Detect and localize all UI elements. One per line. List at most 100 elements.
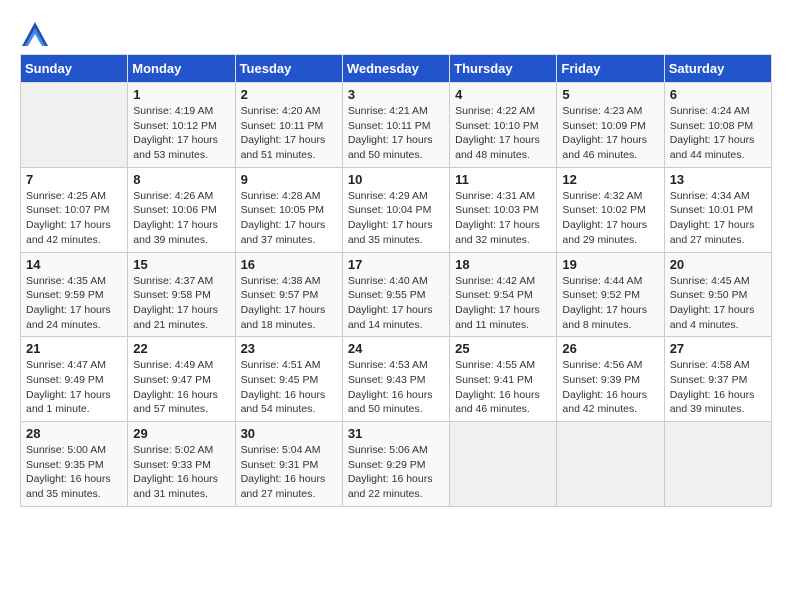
day-info: Sunrise: 5:02 AM Sunset: 9:33 PM Dayligh… [133, 443, 229, 502]
day-info: Sunrise: 5:04 AM Sunset: 9:31 PM Dayligh… [241, 443, 337, 502]
day-number: 2 [241, 87, 337, 102]
calendar-cell [21, 83, 128, 168]
logo [20, 20, 54, 50]
day-number: 31 [348, 426, 444, 441]
day-number: 24 [348, 341, 444, 356]
calendar-header-friday: Friday [557, 55, 664, 83]
day-number: 15 [133, 257, 229, 272]
day-info: Sunrise: 4:28 AM Sunset: 10:05 PM Daylig… [241, 189, 337, 248]
day-info: Sunrise: 4:44 AM Sunset: 9:52 PM Dayligh… [562, 274, 658, 333]
calendar-cell: 14 Sunrise: 4:35 AM Sunset: 9:59 PM Dayli… [21, 252, 128, 337]
day-number: 8 [133, 172, 229, 187]
day-info: Sunrise: 4:23 AM Sunset: 10:09 PM Daylig… [562, 104, 658, 163]
calendar-header-row: SundayMondayTuesdayWednesdayThursdayFrid… [21, 55, 772, 83]
calendar-cell: 15 Sunrise: 4:37 AM Sunset: 9:58 PM Dayli… [128, 252, 235, 337]
day-number: 21 [26, 341, 122, 356]
calendar-table: SundayMondayTuesdayWednesdayThursdayFrid… [20, 54, 772, 507]
day-number: 27 [670, 341, 766, 356]
calendar-cell: 17 Sunrise: 4:40 AM Sunset: 9:55 PM Dayli… [342, 252, 449, 337]
calendar-cell: 2 Sunrise: 4:20 AM Sunset: 10:11 PM Dayli… [235, 83, 342, 168]
calendar-cell: 11 Sunrise: 4:31 AM Sunset: 10:03 PM Dayl… [450, 167, 557, 252]
day-info: Sunrise: 4:19 AM Sunset: 10:12 PM Daylig… [133, 104, 229, 163]
day-info: Sunrise: 4:45 AM Sunset: 9:50 PM Dayligh… [670, 274, 766, 333]
calendar-cell: 26 Sunrise: 4:56 AM Sunset: 9:39 PM Dayli… [557, 337, 664, 422]
calendar-cell: 5Sunrise: 4:23 AM Sunset: 10:09 PM Dayli… [557, 83, 664, 168]
calendar-cell: 16 Sunrise: 4:38 AM Sunset: 9:57 PM Dayli… [235, 252, 342, 337]
calendar-cell: 20 Sunrise: 4:45 AM Sunset: 9:50 PM Dayli… [664, 252, 771, 337]
day-number: 14 [26, 257, 122, 272]
day-info: Sunrise: 5:06 AM Sunset: 9:29 PM Dayligh… [348, 443, 444, 502]
day-number: 22 [133, 341, 229, 356]
day-number: 26 [562, 341, 658, 356]
day-number: 3 [348, 87, 444, 102]
calendar-cell: 28 Sunrise: 5:00 AM Sunset: 9:35 PM Dayli… [21, 422, 128, 507]
calendar-header-saturday: Saturday [664, 55, 771, 83]
day-number: 25 [455, 341, 551, 356]
calendar-cell: 1 Sunrise: 4:19 AM Sunset: 10:12 PM Dayli… [128, 83, 235, 168]
calendar-cell: 23 Sunrise: 4:51 AM Sunset: 9:45 PM Dayli… [235, 337, 342, 422]
calendar-cell [557, 422, 664, 507]
day-info: Sunrise: 4:55 AM Sunset: 9:41 PM Dayligh… [455, 358, 551, 417]
day-info: Sunrise: 4:25 AM Sunset: 10:07 PM Daylig… [26, 189, 122, 248]
day-info: Sunrise: 4:29 AM Sunset: 10:04 PM Daylig… [348, 189, 444, 248]
logo-icon [20, 20, 50, 50]
calendar-week-row: 28 Sunrise: 5:00 AM Sunset: 9:35 PM Dayli… [21, 422, 772, 507]
calendar-cell [664, 422, 771, 507]
day-number: 11 [455, 172, 551, 187]
calendar-cell: 6 Sunrise: 4:24 AM Sunset: 10:08 PM Dayli… [664, 83, 771, 168]
day-number: 20 [670, 257, 766, 272]
day-info: Sunrise: 4:37 AM Sunset: 9:58 PM Dayligh… [133, 274, 229, 333]
day-number: 16 [241, 257, 337, 272]
calendar-header-thursday: Thursday [450, 55, 557, 83]
day-number: 19 [562, 257, 658, 272]
day-number: 6 [670, 87, 766, 102]
calendar-cell [450, 422, 557, 507]
day-number: 1 [133, 87, 229, 102]
calendar-week-row: 21Sunrise: 4:47 AM Sunset: 9:49 PM Dayli… [21, 337, 772, 422]
calendar-cell: 29 Sunrise: 5:02 AM Sunset: 9:33 PM Dayli… [128, 422, 235, 507]
day-info: Sunrise: 4:51 AM Sunset: 9:45 PM Dayligh… [241, 358, 337, 417]
day-number: 28 [26, 426, 122, 441]
calendar-header-monday: Monday [128, 55, 235, 83]
calendar-cell: 8 Sunrise: 4:26 AM Sunset: 10:06 PM Dayli… [128, 167, 235, 252]
calendar-cell: 9 Sunrise: 4:28 AM Sunset: 10:05 PM Dayli… [235, 167, 342, 252]
day-number: 13 [670, 172, 766, 187]
calendar-cell: 19 Sunrise: 4:44 AM Sunset: 9:52 PM Dayli… [557, 252, 664, 337]
day-number: 7 [26, 172, 122, 187]
calendar-header-sunday: Sunday [21, 55, 128, 83]
calendar-cell: 7 Sunrise: 4:25 AM Sunset: 10:07 PM Dayli… [21, 167, 128, 252]
day-info: Sunrise: 5:00 AM Sunset: 9:35 PM Dayligh… [26, 443, 122, 502]
calendar-cell: 13Sunrise: 4:34 AM Sunset: 10:01 PM Dayl… [664, 167, 771, 252]
calendar-cell: 25 Sunrise: 4:55 AM Sunset: 9:41 PM Dayli… [450, 337, 557, 422]
day-number: 9 [241, 172, 337, 187]
day-number: 29 [133, 426, 229, 441]
day-info: Sunrise: 4:49 AM Sunset: 9:47 PM Dayligh… [133, 358, 229, 417]
calendar-week-row: 14 Sunrise: 4:35 AM Sunset: 9:59 PM Dayli… [21, 252, 772, 337]
calendar-cell: 31 Sunrise: 5:06 AM Sunset: 9:29 PM Dayli… [342, 422, 449, 507]
day-info: Sunrise: 4:32 AM Sunset: 10:02 PM Daylig… [562, 189, 658, 248]
day-info: Sunrise: 4:24 AM Sunset: 10:08 PM Daylig… [670, 104, 766, 163]
day-info: Sunrise: 4:40 AM Sunset: 9:55 PM Dayligh… [348, 274, 444, 333]
day-info: Sunrise: 4:56 AM Sunset: 9:39 PM Dayligh… [562, 358, 658, 417]
day-info: Sunrise: 4:31 AM Sunset: 10:03 PM Daylig… [455, 189, 551, 248]
calendar-cell: 12 Sunrise: 4:32 AM Sunset: 10:02 PM Dayl… [557, 167, 664, 252]
day-number: 30 [241, 426, 337, 441]
day-number: 10 [348, 172, 444, 187]
calendar-cell: 3Sunrise: 4:21 AM Sunset: 10:11 PM Dayli… [342, 83, 449, 168]
calendar-cell: 22 Sunrise: 4:49 AM Sunset: 9:47 PM Dayli… [128, 337, 235, 422]
day-info: Sunrise: 4:26 AM Sunset: 10:06 PM Daylig… [133, 189, 229, 248]
day-number: 4 [455, 87, 551, 102]
calendar-header-wednesday: Wednesday [342, 55, 449, 83]
day-info: Sunrise: 4:38 AM Sunset: 9:57 PM Dayligh… [241, 274, 337, 333]
day-info: Sunrise: 4:20 AM Sunset: 10:11 PM Daylig… [241, 104, 337, 163]
day-number: 12 [562, 172, 658, 187]
calendar-cell: 30 Sunrise: 5:04 AM Sunset: 9:31 PM Dayli… [235, 422, 342, 507]
calendar-cell: 21Sunrise: 4:47 AM Sunset: 9:49 PM Dayli… [21, 337, 128, 422]
calendar-cell: 24Sunrise: 4:53 AM Sunset: 9:43 PM Dayli… [342, 337, 449, 422]
day-number: 18 [455, 257, 551, 272]
page-header [20, 20, 772, 50]
day-info: Sunrise: 4:35 AM Sunset: 9:59 PM Dayligh… [26, 274, 122, 333]
day-number: 17 [348, 257, 444, 272]
day-info: Sunrise: 4:58 AM Sunset: 9:37 PM Dayligh… [670, 358, 766, 417]
day-number: 23 [241, 341, 337, 356]
